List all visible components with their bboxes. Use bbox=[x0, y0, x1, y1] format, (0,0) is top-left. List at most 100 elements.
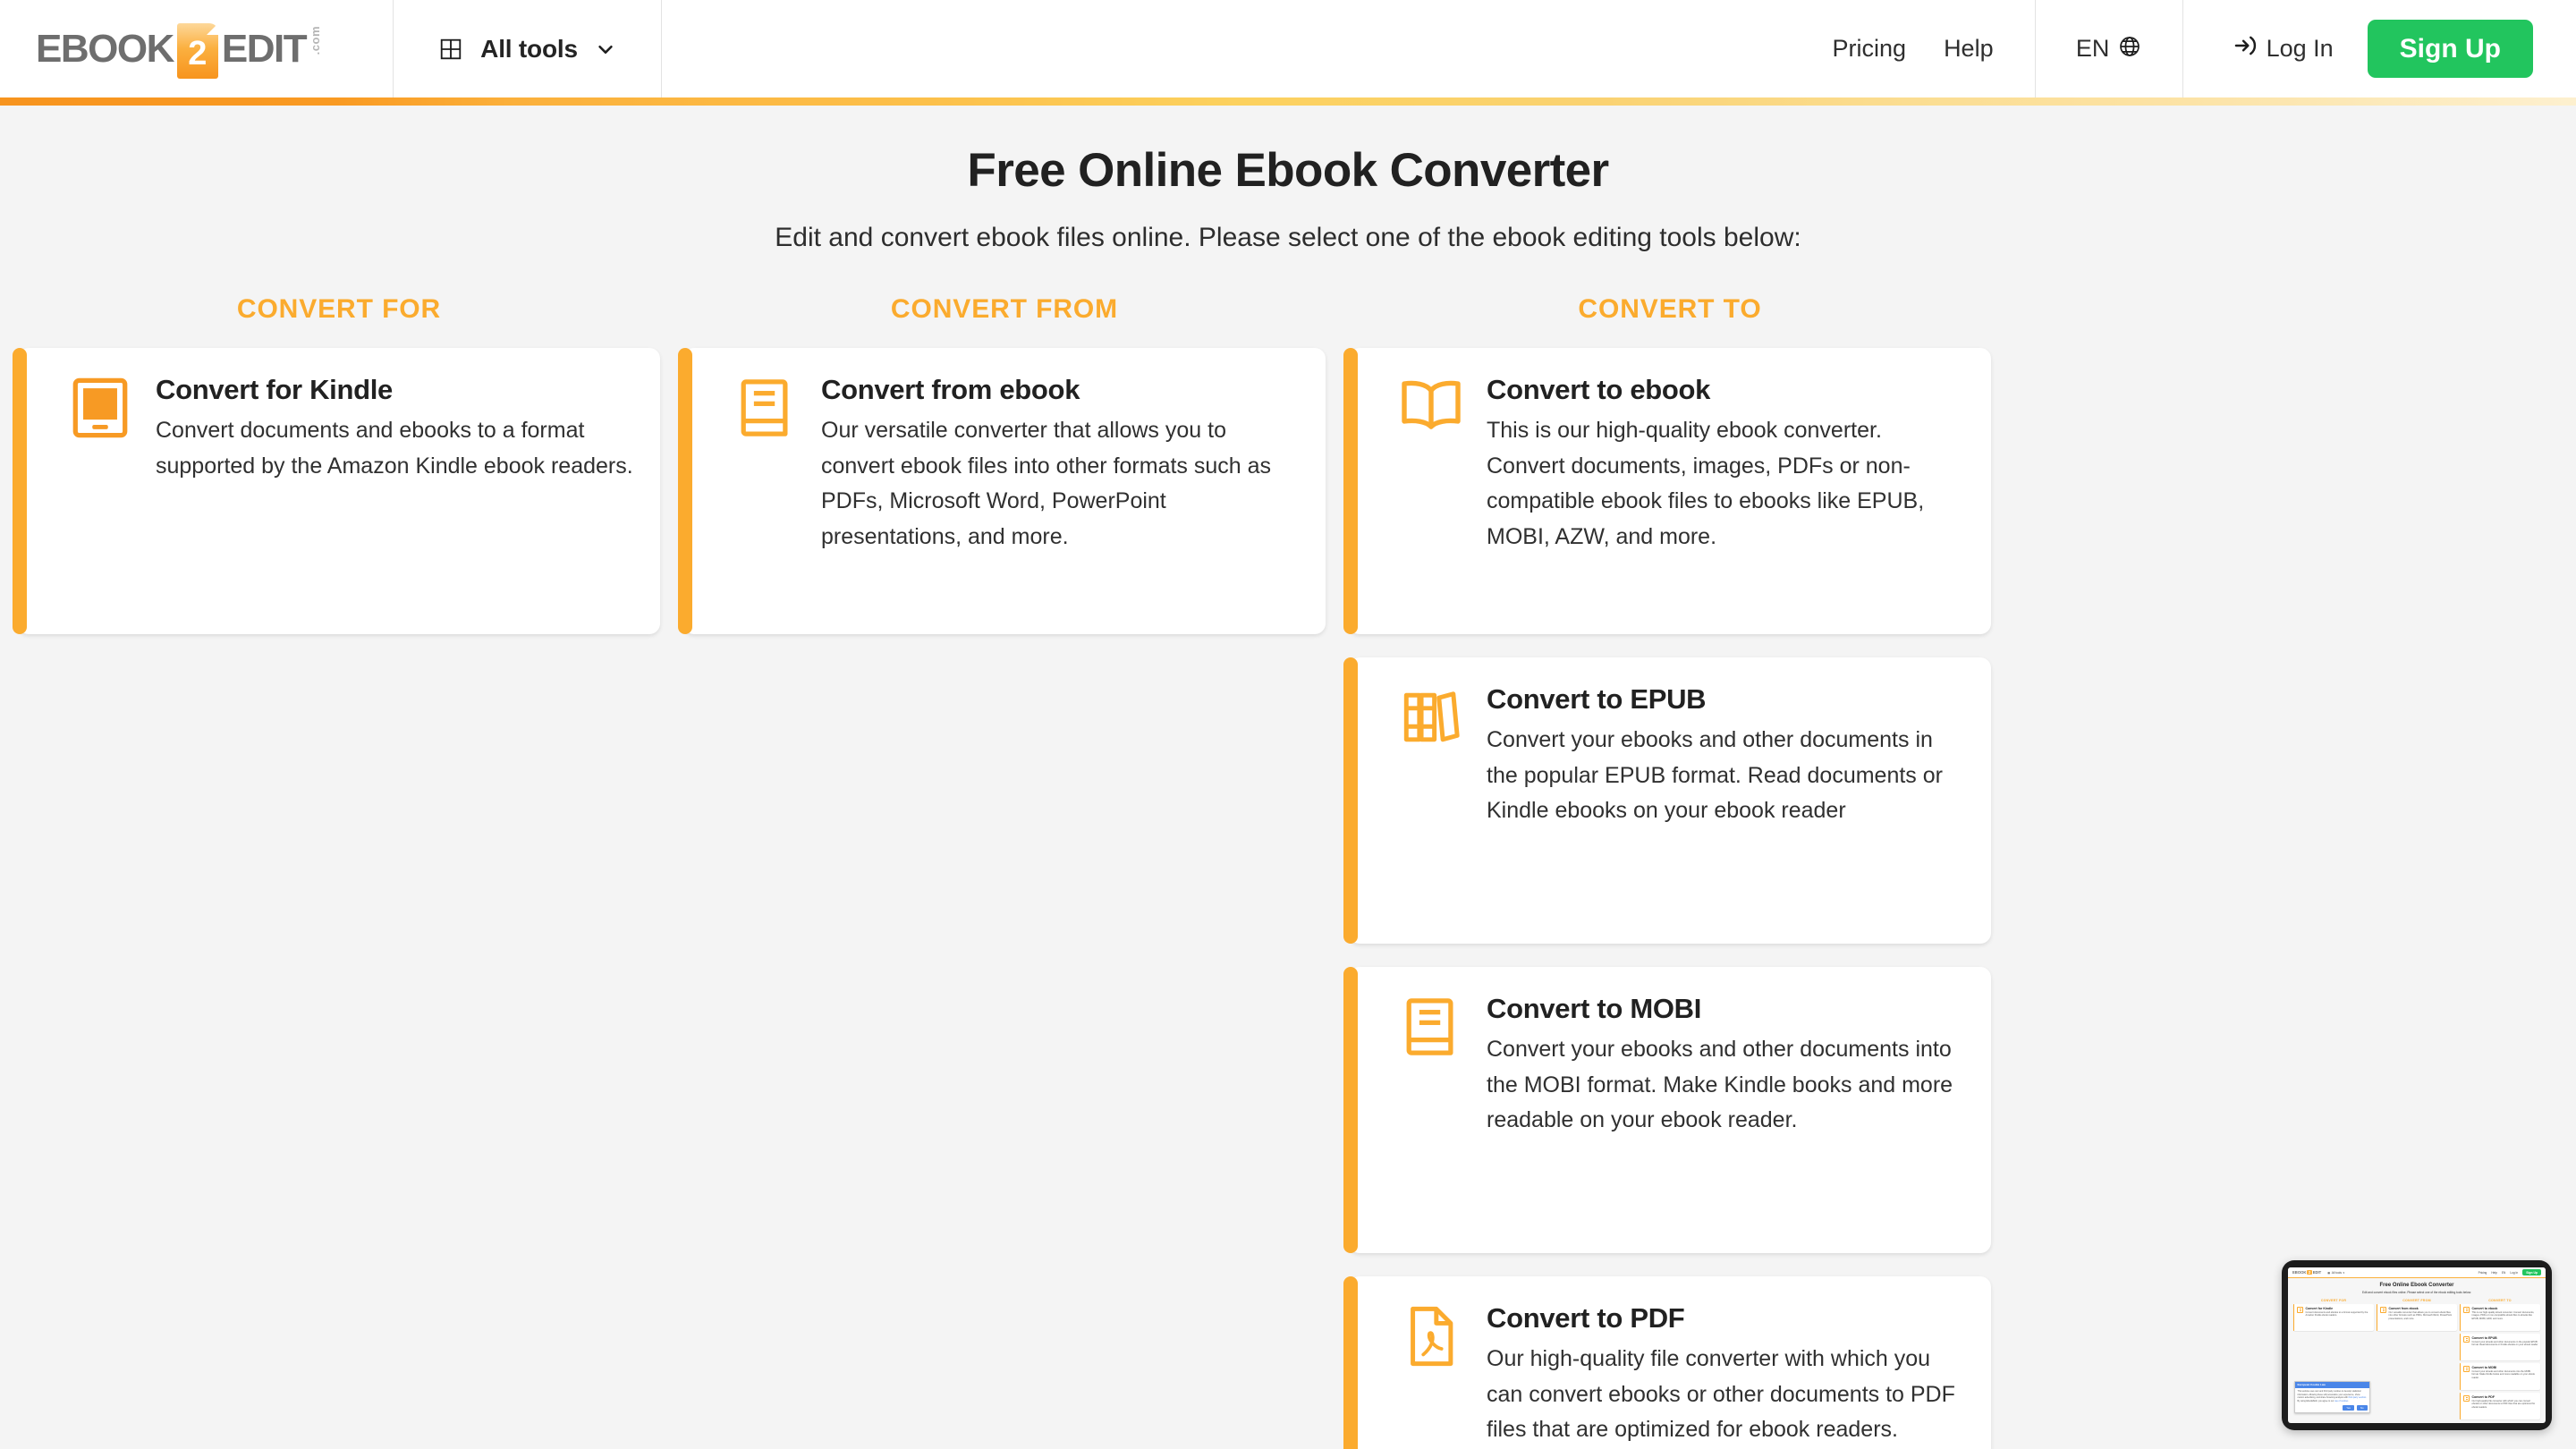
preview-card-desc: Convert documents and ebooks to a format… bbox=[2305, 1310, 2368, 1318]
open-book-icon bbox=[1399, 373, 1463, 437]
preview-column-heading: CONVERT TO bbox=[2488, 1298, 2512, 1302]
preview-logo-part1: EBOOK bbox=[2292, 1270, 2307, 1275]
login-button[interactable]: Log In bbox=[2233, 33, 2334, 64]
closed-book-icon bbox=[733, 373, 798, 437]
logo-zone[interactable]: EBOOK 2 EDIT .com bbox=[0, 0, 394, 97]
preview-card-title: Convert to PDF bbox=[2471, 1394, 2495, 1399]
preview-card-icon bbox=[2380, 1306, 2386, 1313]
preview-card: Convert for Kindle Convert documents and… bbox=[2292, 1304, 2374, 1331]
card-description: Our versatile converter that allows you … bbox=[821, 418, 1272, 549]
preview-language: EN bbox=[2501, 1270, 2506, 1275]
column-convert-for: CONVERT FOR Convert for Kindle Convert d… bbox=[13, 294, 660, 1449]
nav-link-help[interactable]: Help bbox=[1944, 35, 1994, 63]
logo-tld: .com bbox=[309, 25, 323, 55]
login-arrow-icon bbox=[2233, 33, 2258, 64]
preview-column-heading: CONVERT FROM bbox=[2402, 1298, 2431, 1302]
card-title: Convert to PDF bbox=[1487, 1302, 1685, 1334]
preview-column-heading: CONVERT FOR bbox=[2320, 1298, 2347, 1302]
card-title: Convert from ebook bbox=[821, 374, 1080, 405]
preview-card: Convert to PDF Our high-quality file con… bbox=[2459, 1393, 2540, 1419]
preview-card-icon bbox=[2463, 1306, 2470, 1313]
preview-nav-pricing: Pricing bbox=[2478, 1270, 2487, 1275]
preview-card-icon bbox=[2297, 1306, 2303, 1313]
header-accent-bar bbox=[0, 97, 2576, 106]
logo-text-part2: EDIT bbox=[221, 26, 308, 71]
header-nav: Pricing Help bbox=[1833, 0, 2035, 97]
card-title: Convert to MOBI bbox=[1487, 993, 1702, 1024]
grid-icon bbox=[439, 38, 462, 61]
preview-cookie-accept: Yes bbox=[2343, 1404, 2354, 1411]
preview-cookie-buttons: Yes No bbox=[2295, 1404, 2369, 1412]
card-title: Convert to ebook bbox=[1487, 374, 1711, 405]
card-description: Convert your ebooks and other documents … bbox=[1487, 1037, 1953, 1133]
pdf-file-icon bbox=[1399, 1301, 1463, 1367]
closed-book-icon bbox=[1399, 992, 1463, 1056]
card-convert-from-ebook[interactable]: Convert from ebook Our versatile convert… bbox=[678, 348, 1326, 634]
column-heading-convert-for: CONVERT FOR bbox=[236, 294, 442, 324]
logo-badge-text: 2 bbox=[188, 34, 208, 72]
preview-nav-help: Help bbox=[2491, 1270, 2497, 1275]
column-heading-convert-from: CONVERT FROM bbox=[890, 294, 1119, 324]
column-convert-from: CONVERT FROM Convert from ebook Our vers bbox=[678, 294, 1326, 1449]
preview-cookie-body: This website uses own and third party co… bbox=[2295, 1388, 2369, 1405]
card-convert-to-epub[interactable]: Convert to EPUB Convert your ebooks and … bbox=[1343, 657, 1991, 944]
page-subtitle: Edit and convert ebook files online. Ple… bbox=[775, 223, 1801, 252]
preview-cookie-line3: By using Ebook2Edit, you agree to our bbox=[2297, 1399, 2334, 1402]
preview-login: Log In bbox=[2510, 1270, 2519, 1275]
preview-title: Free Online Ebook Converter bbox=[2379, 1283, 2454, 1288]
nav-link-pricing[interactable]: Pricing bbox=[1833, 35, 1907, 63]
preview-header-right: Pricing Help EN Log In Sign Up bbox=[2479, 1269, 2541, 1275]
card-convert-to-ebook[interactable]: Convert to ebook This is our high-qualit… bbox=[1343, 348, 1991, 634]
card-convert-to-pdf[interactable]: Convert to PDF Our high-quality file con… bbox=[1343, 1276, 1991, 1449]
card-title: Convert for Kindle bbox=[156, 374, 394, 405]
preview-column-3: CONVERT TO Convert to ebook This is our … bbox=[2459, 1298, 2540, 1423]
card-description: Convert your ebooks and other documents … bbox=[1487, 727, 1943, 824]
preview-card: Convert from ebook Our versatile convert… bbox=[2376, 1304, 2457, 1331]
preview-card-title: Convert to ebook bbox=[2471, 1306, 2498, 1310]
tablet-icon bbox=[68, 373, 132, 438]
preview-cookie-link1: third party vendors bbox=[2348, 1396, 2367, 1400]
preview-card-icon bbox=[2463, 1365, 2470, 1372]
all-tools-menu[interactable]: All tools bbox=[394, 0, 662, 97]
site-logo[interactable]: EBOOK 2 EDIT .com bbox=[36, 22, 323, 79]
column-heading-convert-to: CONVERT TO bbox=[1578, 294, 1762, 324]
card-title: Convert to EPUB bbox=[1487, 683, 1707, 715]
preview-grid-icon: ▦ bbox=[2327, 1270, 2331, 1275]
preview-chevron-down-icon: ▾ bbox=[2343, 1270, 2345, 1275]
preview-card-desc: Our versatile converter that allows you … bbox=[2388, 1310, 2453, 1320]
preview-subtitle: Edit and convert ebook files online. Ple… bbox=[2362, 1290, 2471, 1294]
chevron-down-icon bbox=[596, 39, 615, 59]
card-convert-for-kindle[interactable]: Convert for Kindle Convert documents and… bbox=[13, 348, 660, 634]
preview-cookie-decline: No bbox=[2356, 1404, 2368, 1411]
page-preview-widget[interactable]: EBOOK 2 EDIT ▦ All tools ▾ Pricing Help EN… bbox=[2282, 1260, 2552, 1430]
bookshelf-icon bbox=[1399, 682, 1463, 747]
preview-cookie-link2: use of cookies bbox=[2334, 1399, 2349, 1402]
header-spacer bbox=[662, 0, 1833, 97]
preview-card-title: Convert from ebook bbox=[2388, 1306, 2419, 1310]
tool-columns: CONVERT FOR Convert for Kindle Convert d… bbox=[0, 294, 2576, 1449]
preview-card-title: Convert to EPUB bbox=[2471, 1335, 2497, 1340]
preview-card-title: Convert to MOBI bbox=[2471, 1365, 2497, 1369]
site-header: EBOOK 2 EDIT .com All tools Pricing Help bbox=[0, 0, 2576, 97]
preview-card: Convert to ebook This is our high-qualit… bbox=[2459, 1304, 2540, 1331]
preview-card-desc: Convert your ebooks and other documents … bbox=[2471, 1369, 2535, 1379]
preview-card-desc: Convert your ebooks and other documents … bbox=[2471, 1340, 2538, 1347]
preview-card-icon bbox=[2463, 1335, 2470, 1343]
preview-card: Convert to MOBI Convert your ebooks and … bbox=[2459, 1363, 2540, 1390]
signup-button[interactable]: Sign Up bbox=[2367, 19, 2533, 79]
preview-logo-badge: 2 bbox=[2307, 1270, 2312, 1275]
preview-signup: Sign Up bbox=[2522, 1269, 2541, 1275]
language-selector[interactable]: EN bbox=[2034, 0, 2183, 97]
preview-card-title: Convert for Kindle bbox=[2305, 1306, 2334, 1310]
preview-card-desc: Our high-quality file converter with whi… bbox=[2471, 1399, 2536, 1409]
preview-cookie-title: European Cookie Law bbox=[2295, 1381, 2369, 1388]
page-title: Free Online Ebook Converter bbox=[967, 144, 1609, 197]
preview-all-tools-label: All tools bbox=[2331, 1270, 2342, 1275]
card-convert-to-mobi[interactable]: Convert to MOBI Convert your ebooks and … bbox=[1343, 967, 1991, 1253]
auth-zone: Log In Sign Up bbox=[2183, 0, 2576, 97]
card-description: This is our high-quality ebook converter… bbox=[1487, 418, 1925, 549]
preview-card-icon bbox=[2463, 1394, 2470, 1402]
preview-all-tools: ▦ All tools ▾ bbox=[2327, 1271, 2344, 1275]
preview-card-desc: This is our high-quality ebook converter… bbox=[2471, 1310, 2535, 1320]
preview-logo: EBOOK 2 EDIT bbox=[2292, 1270, 2321, 1275]
